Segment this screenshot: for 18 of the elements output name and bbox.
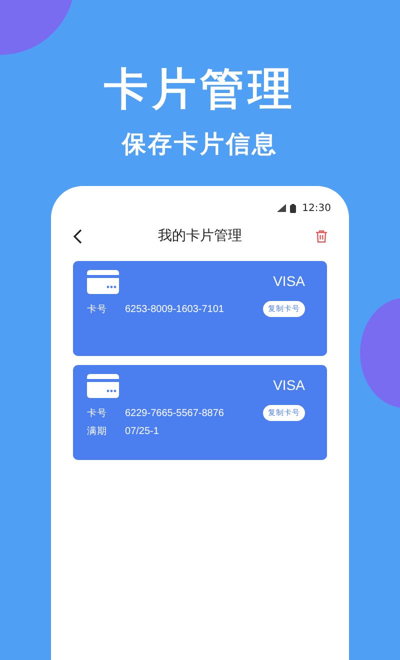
back-icon[interactable]	[73, 229, 82, 244]
field-label: 卡号	[87, 406, 108, 420]
battery-icon	[290, 204, 296, 212]
field-label: 卡号	[87, 302, 108, 316]
card-brand: VISA	[273, 377, 305, 393]
screen-title: 我的卡片管理	[158, 227, 242, 245]
hero-subtitle: 保存卡片信息	[122, 129, 278, 160]
credit-card-icon	[87, 270, 119, 294]
credit-card-icon	[87, 374, 119, 398]
card-brand: VISA	[273, 273, 305, 289]
hero-title: 卡片管理	[104, 63, 296, 117]
status-time: 12:30	[302, 202, 331, 214]
field-value: 07/25-1	[125, 426, 160, 436]
field-value: 6253-8009-1603-7101	[125, 304, 225, 314]
signal-icon	[277, 204, 286, 212]
trash-icon[interactable]	[316, 230, 327, 243]
field-label: 满期	[87, 424, 108, 438]
field-value: 6229-7665-5567-8876	[125, 408, 225, 418]
